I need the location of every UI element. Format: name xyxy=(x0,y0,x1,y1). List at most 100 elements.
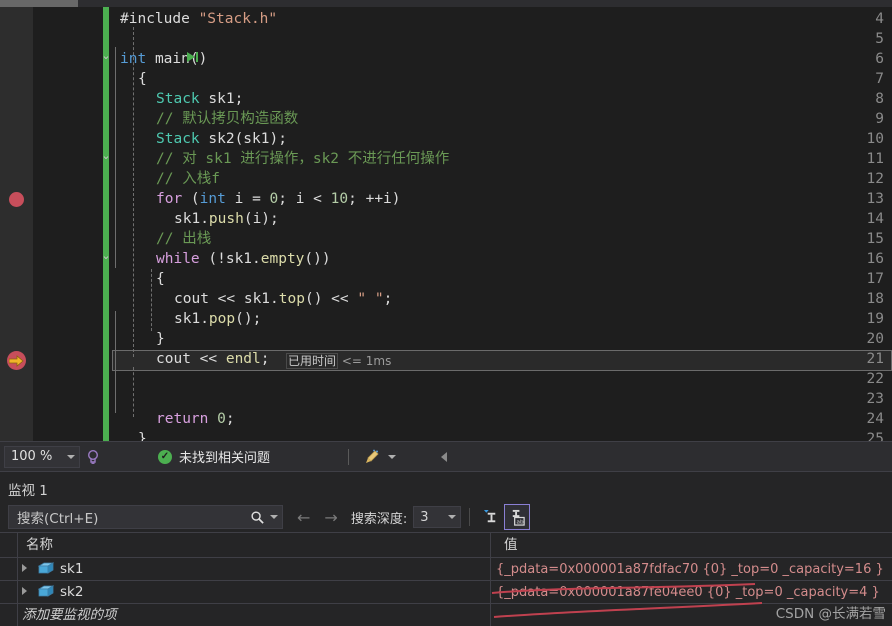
code-line[interactable]: { xyxy=(156,269,165,289)
code-line[interactable]: cout << endl; xyxy=(156,349,270,369)
code-line[interactable]: return 0; xyxy=(156,409,235,429)
collapse-left-icon[interactable] xyxy=(432,444,458,470)
code-line[interactable]: #include "Stack.h" xyxy=(120,9,277,29)
watch-grid-header: 名称 值 xyxy=(0,532,892,558)
code-line[interactable]: // 默认拷贝构造函数 xyxy=(156,109,298,129)
fold-toggle-main[interactable]: ⌄ xyxy=(99,47,113,67)
code-line[interactable]: // 入栈f xyxy=(156,169,220,189)
code-line[interactable]: Stack sk2(sk1); xyxy=(156,129,287,149)
code-token: cout << sk1. xyxy=(174,291,279,307)
pin-icon[interactable] xyxy=(478,504,504,530)
code-line[interactable]: sk1.push(i); xyxy=(174,209,279,229)
zoom-level-combobox[interactable]: 100 % xyxy=(4,445,80,468)
horizontal-scrollbar[interactable] xyxy=(0,0,892,7)
code-token: 0 xyxy=(217,411,226,427)
code-token: { xyxy=(156,271,165,287)
lightbulb-person-icon xyxy=(87,449,99,464)
watch-row-name[interactable]: sk2 xyxy=(60,581,83,604)
pin-label-icon[interactable]: ab xyxy=(504,504,531,530)
code-line[interactable]: for (int i = 0; i < 10; ++i) xyxy=(156,189,401,209)
row-divider-left xyxy=(17,558,18,626)
perf-tip: 已用时间 <= 1ms xyxy=(286,351,391,371)
code-token: int xyxy=(120,51,147,67)
code-line[interactable]: { xyxy=(138,69,147,89)
code-token: endl xyxy=(225,351,261,367)
watch-window-title: 监视 1 xyxy=(8,483,48,499)
code-token: (!sk1. xyxy=(199,251,261,267)
watch-row-value[interactable]: {_pdata=0x000001a87fe04ee0 {0} _top=0 _c… xyxy=(496,581,880,604)
code-line[interactable]: } xyxy=(156,329,165,349)
column-divider-name-value[interactable] xyxy=(490,533,491,558)
row-divider-middle xyxy=(490,558,491,626)
code-line[interactable]: while (!sk1.empty()) xyxy=(156,249,331,269)
code-token: #include xyxy=(120,11,199,27)
watermark: CSDN @长满若雪 xyxy=(775,606,886,622)
column-header-value[interactable]: 值 xyxy=(496,533,518,558)
code-token: () << xyxy=(304,291,358,307)
code-token: (i); xyxy=(243,211,279,227)
code-token: // 出栈 xyxy=(156,231,212,247)
check-circle-icon: ✓ xyxy=(158,449,172,464)
watch-window: 监视 1 搜索(Ctrl+E) ← → 搜索深度: 3 ab 名称 值 sk1 … xyxy=(0,471,892,626)
svg-text:ab: ab xyxy=(516,519,523,525)
code-token: // 默认拷贝构造函数 xyxy=(156,111,299,127)
arrow-left-icon[interactable]: ← xyxy=(297,508,310,527)
watch-row[interactable]: sk2 {_pdata=0x000001a87fe04ee0 {0} _top=0… xyxy=(0,581,892,604)
scrollbar-thumb[interactable] xyxy=(0,0,78,7)
code-token: // 对 sk1 进行操作，sk2 不进行任何操作 xyxy=(156,151,450,167)
watch-row-name[interactable]: sk1 xyxy=(60,558,83,581)
expand-chevron-icon[interactable] xyxy=(22,564,27,572)
code-line[interactable]: Stack sk1; xyxy=(156,89,243,109)
code-editor[interactable]: 4 5 6 7 8 9 10 11 12 13 14 15 16 17 18 19 20 21 22 23 24 25 #… xyxy=(0,7,892,447)
code-token: sk1. xyxy=(174,211,209,227)
feedback-icon[interactable] xyxy=(80,444,106,470)
toolbar-divider xyxy=(469,508,471,526)
watch-row[interactable]: sk1 {_pdata=0x000001a87fdfac70 {0} _top=0… xyxy=(0,558,892,581)
run-to-cursor-icon[interactable] xyxy=(186,51,200,63)
search-input[interactable]: 搜索(Ctrl+E) xyxy=(8,505,283,529)
column-header-name[interactable]: 名称 xyxy=(18,533,53,558)
code-token: while xyxy=(156,251,200,267)
perf-tip-value: <= 1ms xyxy=(341,354,392,368)
code-text[interactable]: #include "Stack.h" int main(){Stack sk1; /… xyxy=(95,7,892,447)
code-token: for xyxy=(156,191,183,207)
add-watch-item-row[interactable]: 添加要监视的项 xyxy=(0,604,892,626)
search-options-chevron-down-icon[interactable] xyxy=(270,515,278,519)
editor-status-bar: 100 % ✓ 未找到相关问题 xyxy=(0,441,892,471)
line-number-gutter xyxy=(33,7,95,441)
code-token: main xyxy=(154,51,190,67)
code-token: // 入栈f xyxy=(156,171,220,187)
code-line[interactable]: // 对 sk1 进行操作，sk2 不进行任何操作 xyxy=(156,149,449,169)
current-statement-marker[interactable] xyxy=(7,351,26,370)
code-token: ; ++i) xyxy=(348,191,401,207)
expand-chevron-icon[interactable] xyxy=(22,587,27,595)
code-token: } xyxy=(156,331,165,347)
column-divider-left xyxy=(17,533,18,558)
code-token: " " xyxy=(357,291,384,307)
watch-row-value[interactable]: {_pdata=0x000001a87fdfac70 {0} _top=0 _c… xyxy=(496,558,884,581)
code-token: { xyxy=(138,71,147,87)
code-token: return xyxy=(156,411,209,427)
cleanup-dropdown-icon[interactable] xyxy=(388,454,397,459)
code-line[interactable]: // 出栈 xyxy=(156,229,211,249)
execution-arrow-icon xyxy=(9,354,24,367)
search-icon[interactable] xyxy=(250,510,265,525)
glyph-margin[interactable] xyxy=(0,7,33,441)
arrow-right-icon[interactable]: → xyxy=(324,508,337,527)
code-line[interactable]: cout << sk1.top() << " "; xyxy=(174,289,392,309)
code-token: pop xyxy=(208,311,236,327)
code-cleanup-icon[interactable] xyxy=(359,444,385,470)
code-token: top xyxy=(278,291,305,307)
search-depth-combobox[interactable]: 3 xyxy=(413,506,462,528)
code-token: Stack xyxy=(156,131,200,147)
status-divider xyxy=(348,448,350,465)
fold-toggle-while[interactable]: ⌄ xyxy=(99,247,113,267)
breakpoint-marker[interactable] xyxy=(9,192,24,207)
scrollbar-track[interactable] xyxy=(78,0,892,7)
fold-toggle-comment[interactable]: ⌄ xyxy=(99,147,113,167)
code-token: ; i < xyxy=(278,191,331,207)
search-depth-label: 搜索深度: xyxy=(350,511,408,527)
code-line[interactable]: sk1.pop(); xyxy=(174,309,261,329)
